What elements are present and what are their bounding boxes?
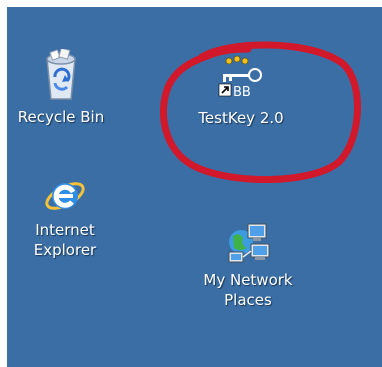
internet-explorer-label: Internet Explorer — [33, 221, 97, 259]
my-network-places-label: My Network Places — [203, 271, 293, 309]
internet-explorer-shortcut[interactable]: Internet Explorer — [24, 170, 106, 260]
testkey-icon: BB — [218, 55, 262, 100]
recycle-bin-label: Recycle Bin — [17, 108, 105, 126]
recycle-bin-icon — [46, 49, 76, 100]
desktop: Recycle Bin BB TestKey 2.0 Internet Expl… — [7, 7, 382, 367]
testkey-label: TestKey 2.0 — [198, 109, 284, 127]
testkey-badge-text: BB — [233, 85, 251, 100]
testkey-shortcut[interactable]: BB TestKey 2.0 — [180, 54, 302, 128]
recycle-bin-shortcut[interactable]: Recycle Bin — [15, 49, 107, 127]
network-places-icon — [228, 223, 270, 263]
internet-explorer-icon — [45, 182, 85, 210]
my-network-places-shortcut[interactable]: My Network Places — [193, 220, 303, 310]
